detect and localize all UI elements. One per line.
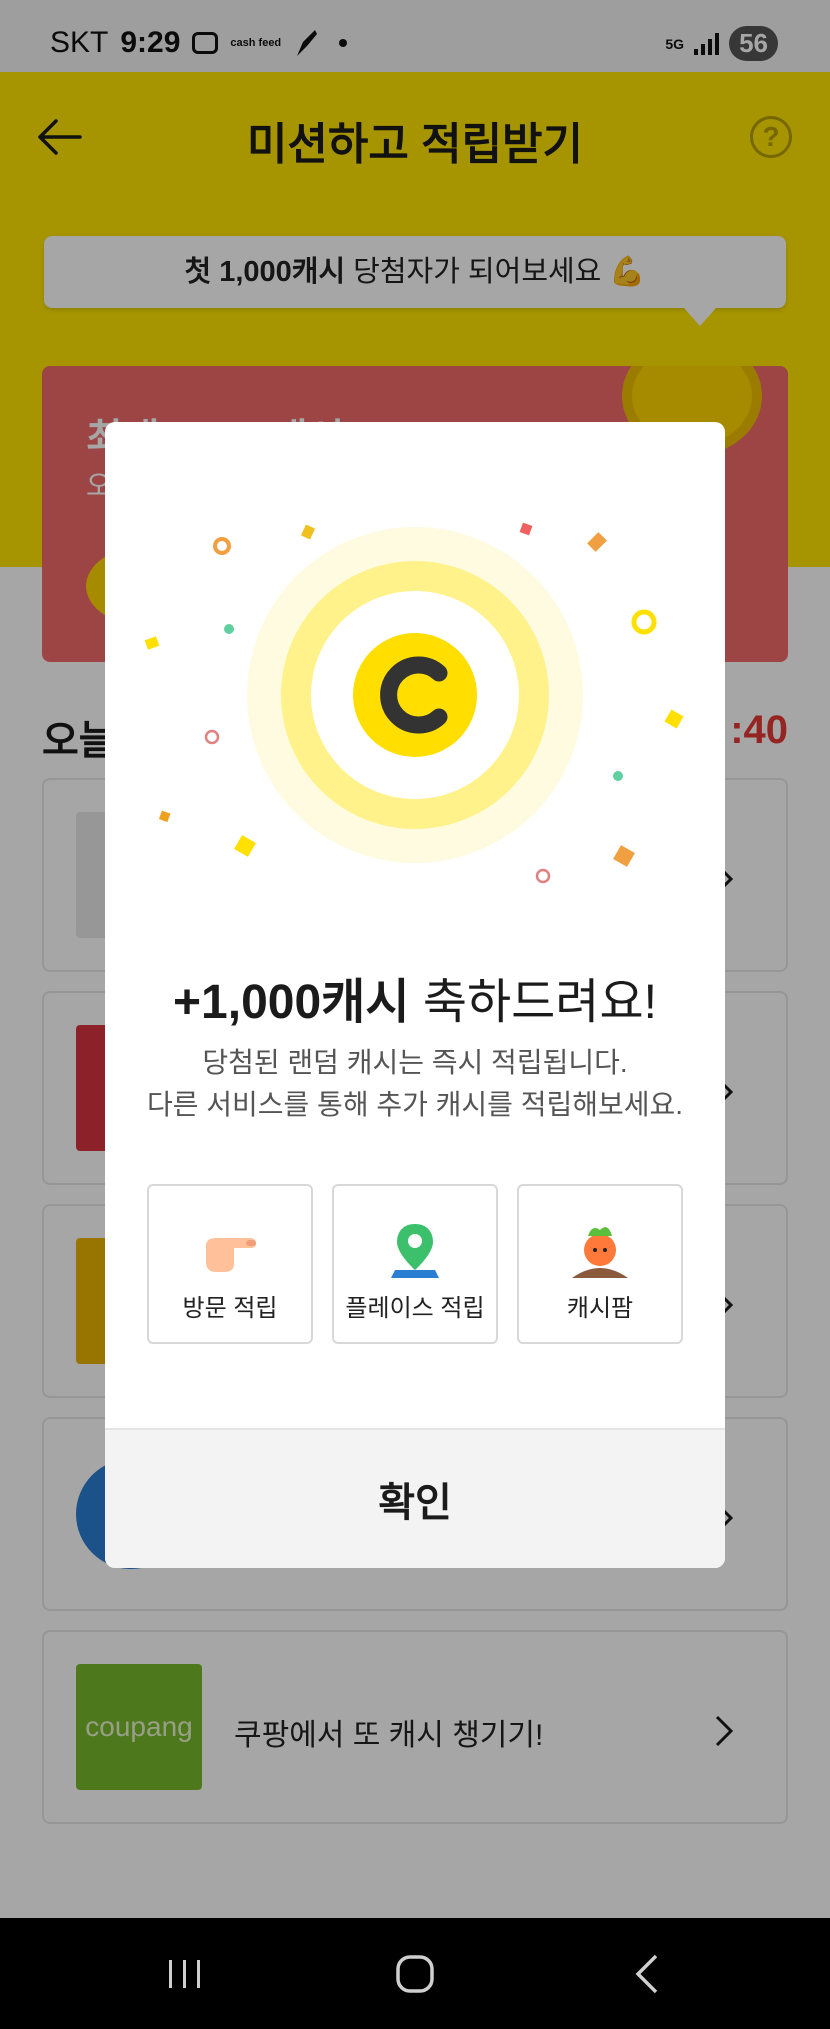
cash-farm-button[interactable]: 캐시팜	[517, 1184, 683, 1344]
dialog-description: 당첨된 랜덤 캐시는 즉시 적립됩니다. 다른 서비스를 통해 추가 캐시를 적…	[105, 1042, 725, 1126]
dialog-footer: 확인	[105, 1428, 725, 1568]
pointing-hand-icon	[206, 1238, 256, 1272]
congrats-text: 축하드려요!	[409, 976, 657, 1029]
map-pin-icon	[391, 1224, 439, 1278]
home-icon[interactable]	[391, 1950, 439, 1998]
confirm-button[interactable]: 확인	[105, 1430, 725, 1568]
description-line-2: 다른 서비스를 통해 추가 캐시를 적립해보세요.	[146, 1089, 684, 1120]
recent-apps-icon[interactable]	[161, 1950, 209, 1998]
dialog-title: +1,000캐시 축하드려요!	[105, 962, 725, 1032]
celebration-illustration	[144, 522, 684, 884]
shortcut-label: 캐시팜	[566, 1295, 634, 1322]
reward-dialog: +1,000캐시 축하드려요! 당첨된 랜덤 캐시는 즉시 적립됩니다. 다른 …	[105, 422, 725, 1568]
description-line-1: 당첨된 랜덤 캐시는 즉시 적립됩니다.	[202, 1047, 628, 1078]
back-icon[interactable]	[624, 1950, 672, 1998]
shortcut-label: 방문 적립	[182, 1295, 278, 1322]
shortcut-row: 방문 적립 플레이스 적립 캐시팜	[147, 1184, 683, 1348]
place-reward-button[interactable]: 플레이스 적립	[332, 1184, 498, 1344]
shortcut-label: 플레이스 적립	[345, 1295, 485, 1322]
reward-amount: +1,000캐시	[173, 976, 410, 1029]
carrot-icon	[572, 1227, 628, 1278]
system-nav-bar	[0, 1918, 830, 2029]
visit-reward-button[interactable]: 방문 적립	[147, 1184, 313, 1344]
coin-icon	[353, 633, 477, 757]
